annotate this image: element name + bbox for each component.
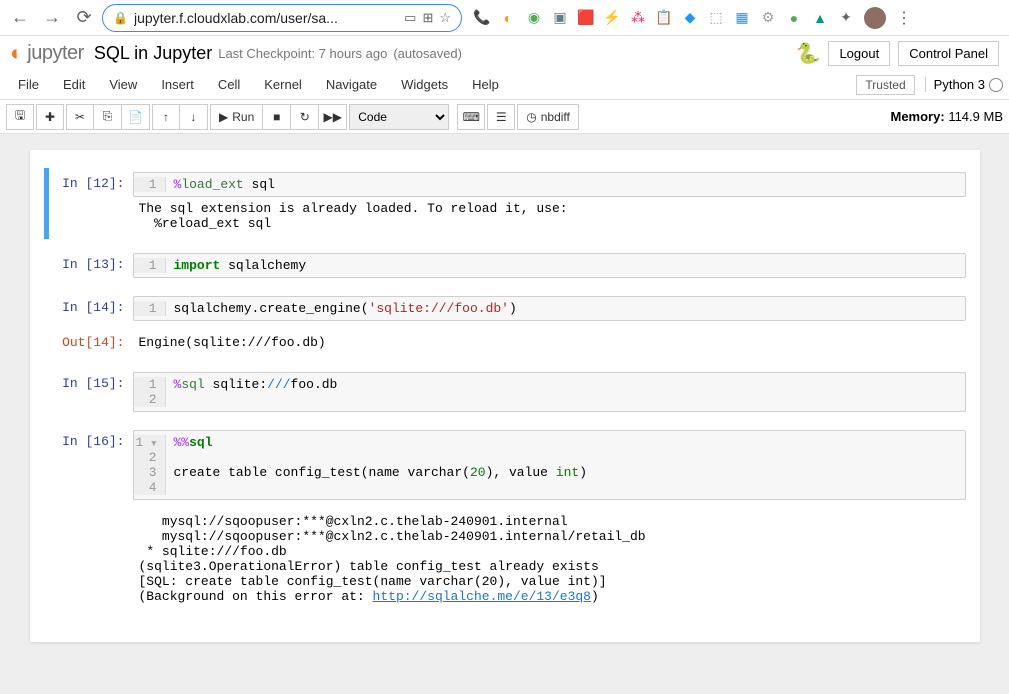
forward-button[interactable]: → [38,4,66,32]
code-cell[interactable]: In [14]: 1sqlalchemy.create_engine('sqli… [44,292,966,325]
insert-cell-button[interactable]: ✚ [36,104,64,130]
ext-icon-11[interactable]: ▦ [734,10,750,26]
address-bar[interactable]: 🔒 jupyter.f.cloudxlab.com/user/sa... ▭ ⊞… [102,4,462,32]
ext-icon-12[interactable]: ⚙ [760,10,776,26]
menubar: File Edit View Insert Cell Kernel Naviga… [0,70,1009,100]
notebook: In [12]: 1%load_ext sql The sql extensio… [30,150,980,642]
output-row: Out[14]: Engine(sqlite:///foo.db) [44,327,966,358]
browser-menu-icon[interactable]: ⋮ [890,8,918,28]
restart-run-all-button[interactable]: ▶▶ [319,104,347,130]
paste-button[interactable]: 📄 [122,104,150,130]
code-input[interactable]: 1 ▼%%sql23create table config_test(name … [133,430,966,500]
ext-icon-7[interactable]: ⁂ [630,10,646,26]
menu-view[interactable]: View [97,73,149,96]
memory-indicator: Memory: 114.9 MB [891,109,1004,124]
ext-icon-13[interactable]: ● [786,10,802,26]
move-down-button[interactable]: ↓ [180,104,208,130]
kernel-indicator[interactable]: Python 3 [925,77,1003,92]
ext-icon-14[interactable]: ▲ [812,10,828,26]
ext-icon-3[interactable]: ◉ [526,10,542,26]
url-text: jupyter.f.cloudxlab.com/user/sa... [134,10,398,26]
memory-value: 114.9 MB [948,109,1003,124]
input-prompt: In [14]: [49,296,133,321]
control-panel-button[interactable]: Control Panel [898,41,999,66]
logout-button[interactable]: Logout [828,41,890,66]
ext-icon-9[interactable]: ◆ [682,10,698,26]
reload-button[interactable]: ⟳ [70,4,98,32]
python-logo-icon: 🐍 [796,41,821,66]
restart-button[interactable]: ↻ [291,104,319,130]
ext-icon-8[interactable]: 📋 [656,10,672,26]
cut-button[interactable]: ✂ [66,104,94,130]
menu-edit[interactable]: Edit [51,73,97,96]
code-input[interactable]: 1%sql sqlite:///foo.db2 [133,372,966,412]
cell-output: Engine(sqlite:///foo.db) [133,331,966,354]
browser-toolbar: ← → ⟳ 🔒 jupyter.f.cloudxlab.com/user/sa.… [0,0,1009,36]
save-button[interactable]: 🖫 [6,104,34,130]
ext-icon-10[interactable]: ⬚ [708,10,724,26]
jupyter-header: ◐ jupyter SQL in Jupyter Last Checkpoint… [0,36,1009,70]
command-palette-button[interactable]: ⌨ [457,104,485,130]
ext-icon-6[interactable]: ⚡ [604,10,620,26]
interrupt-button[interactable]: ■ [263,104,291,130]
extensions-icon[interactable]: ✦ [838,10,854,26]
code-cell[interactable]: In [12]: 1%load_ext sql The sql extensio… [44,168,966,239]
ext-icon-5[interactable]: 🟥 [578,10,594,26]
install-icon[interactable]: ⊞ [422,10,433,26]
lock-icon: 🔒 [113,11,128,25]
code-cell[interactable]: In [13]: 1import sqlalchemy [44,249,966,282]
checkpoint-status: Last Checkpoint: 7 hours ago [218,46,387,61]
menu-insert[interactable]: Insert [149,73,206,96]
notebook-name[interactable]: SQL in Jupyter [94,43,212,64]
menu-cell[interactable]: Cell [206,73,252,96]
ext-icon-1[interactable]: 📞 [474,10,490,26]
code-cell[interactable]: In [16]: 1 ▼%%sql23create table config_t… [44,426,966,504]
output-row: mysql://sqoopuser:***@cxln2.c.thelab-240… [44,506,966,612]
menu-file[interactable]: File [6,73,51,96]
jupyter-logo-text: jupyter [27,42,84,65]
copy-button[interactable]: ⎘ [94,104,122,130]
reader-icon[interactable]: ▭ [404,10,416,26]
toc-button[interactable]: ☰ [487,104,515,130]
star-icon[interactable]: ☆ [439,10,451,26]
output-prompt: Out[14]: [49,331,133,354]
toolbar: 🖫 ✚ ✂ ⎘ 📄 ↑ ↓ ▶ Run ■ ↻ ▶▶ Code ⌨ ☰ ◷ nb… [0,100,1009,134]
profile-avatar[interactable] [864,7,886,29]
kernel-status-icon [989,78,1003,92]
memory-label: Memory: [891,109,945,124]
menu-help[interactable]: Help [460,73,511,96]
input-prompt: In [12]: [49,172,133,197]
ext-icon-4[interactable]: ▣ [552,10,568,26]
input-prompt: In [13]: [49,253,133,278]
run-button[interactable]: ▶ Run [210,104,263,130]
code-input[interactable]: 1import sqlalchemy [133,253,966,278]
extension-icons: 📞 ◐ ◉ ▣ 🟥 ⚡ ⁂ 📋 ◆ ⬚ ▦ ⚙ ● ▲ ✦ [474,10,854,26]
nbdiff-button[interactable]: ◷ nbdiff [517,104,579,130]
menu-navigate[interactable]: Navigate [314,73,389,96]
kernel-name: Python 3 [934,77,985,92]
jupyter-logo[interactable]: ◐ jupyter [10,40,84,66]
autosave-status: (autosaved) [393,46,462,61]
input-prompt: In [15]: [49,372,133,412]
cell-output: mysql://sqoopuser:***@cxln2.c.thelab-240… [133,510,966,608]
move-up-button[interactable]: ↑ [152,104,180,130]
ext-icon-2[interactable]: ◐ [500,10,516,26]
input-prompt: In [16]: [49,430,133,500]
cell-output: The sql extension is already loaded. To … [133,197,966,235]
cell-type-select[interactable]: Code [349,104,449,130]
notebook-container: In [12]: 1%load_ext sql The sql extensio… [0,134,1009,694]
code-cell[interactable]: In [15]: 1%sql sqlite:///foo.db2 [44,368,966,416]
trusted-indicator[interactable]: Trusted [856,75,914,95]
back-button[interactable]: ← [6,4,34,32]
code-input[interactable]: 1sqlalchemy.create_engine('sqlite:///foo… [133,296,966,321]
menu-kernel[interactable]: Kernel [252,73,314,96]
code-input[interactable]: 1%load_ext sql [133,172,966,197]
menu-widgets[interactable]: Widgets [389,73,460,96]
jupyter-logo-icon: ◐ [10,40,23,66]
